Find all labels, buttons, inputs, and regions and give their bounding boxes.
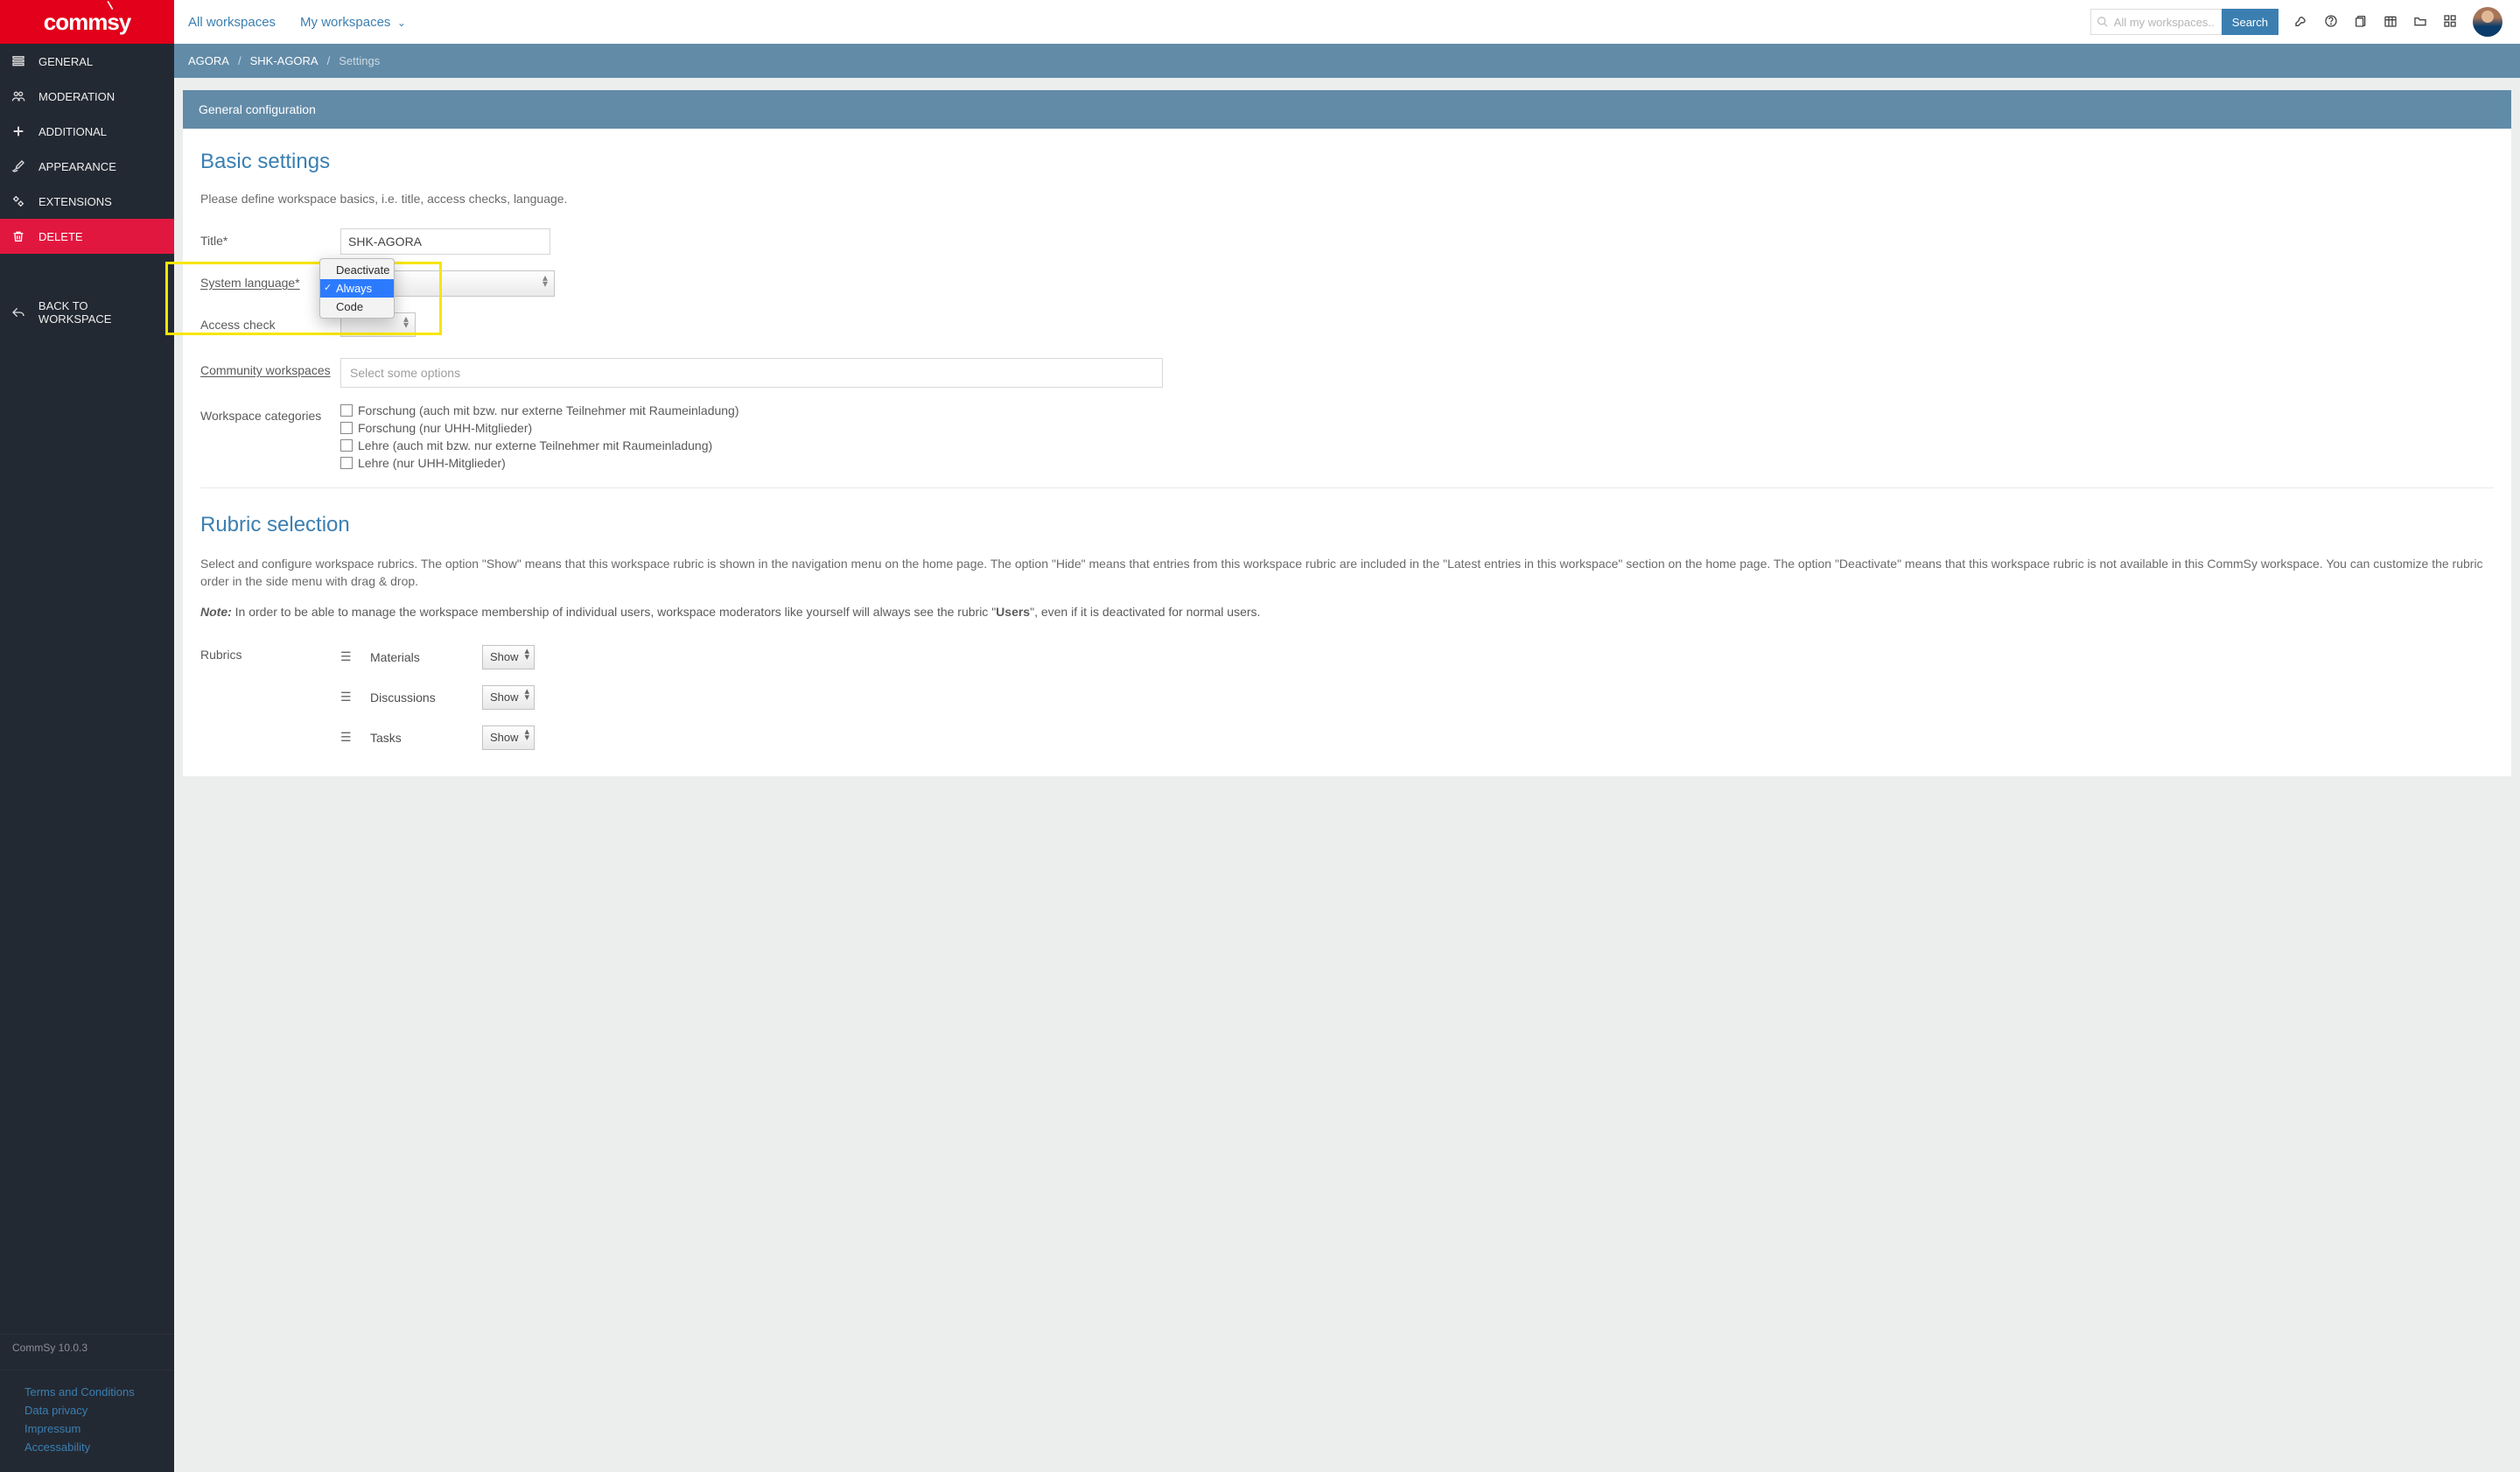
- footer-link-accessability[interactable]: Accessability: [0, 1438, 174, 1456]
- header: comms\y All workspaces My workspaces ⌄ S…: [0, 0, 2520, 44]
- brush-icon: [10, 159, 26, 173]
- folder-icon[interactable]: [2413, 14, 2427, 31]
- clipboard-icon[interactable]: [2354, 14, 2368, 31]
- access-dropdown: Deactivate Always Code: [319, 258, 395, 319]
- my-workspaces-link[interactable]: My workspaces ⌄: [300, 15, 406, 30]
- category-checkbox[interactable]: Lehre (auch mit bzw. nur externe Teilneh…: [340, 438, 739, 452]
- logo[interactable]: comms\y: [0, 0, 174, 44]
- all-workspaces-link[interactable]: All workspaces: [188, 15, 276, 30]
- sidebar-item-general[interactable]: GENERAL: [0, 44, 174, 79]
- sidebar-item-extensions[interactable]: EXTENSIONS: [0, 184, 174, 219]
- breadcrumb-item[interactable]: AGORA: [188, 54, 229, 67]
- community-label: Community workspaces: [200, 358, 340, 377]
- categories-label: Workspace categories: [200, 403, 340, 423]
- footer-link-impressum[interactable]: Impressum: [0, 1419, 174, 1438]
- footer-link-terms[interactable]: Terms and Conditions: [0, 1383, 174, 1401]
- header-nav: All workspaces My workspaces ⌄: [174, 15, 406, 30]
- rubric-select[interactable]: Show: [482, 685, 535, 710]
- panel-header: General configuration: [183, 90, 2511, 129]
- row-title: Title*: [200, 228, 2494, 255]
- reply-icon: [10, 305, 26, 319]
- rubric-title: Rubric selection: [200, 513, 2494, 537]
- sidebar-item-delete[interactable]: DELETE: [0, 219, 174, 254]
- divider: [200, 487, 2494, 488]
- rubric-table: Rubrics ☰ Materials Show ▴▾ ☰ Di: [200, 645, 2494, 750]
- row-categories: Workspace categories Forschung (auch mit…: [200, 403, 2494, 470]
- rubric-select[interactable]: Show: [482, 645, 535, 669]
- basic-settings-desc: Please define workspace basics, i.e. tit…: [200, 192, 2494, 206]
- access-option-deactivate[interactable]: Deactivate: [320, 261, 394, 279]
- panel: General configuration Basic settings Ple…: [183, 90, 2511, 776]
- drag-icon[interactable]: ☰: [340, 690, 354, 704]
- sidebar-footer: CommSy 10.0.3 Terms and Conditions Data …: [0, 1321, 174, 1472]
- users-icon: [10, 89, 26, 103]
- access-option-code[interactable]: Code: [320, 298, 394, 316]
- header-right: Search: [2090, 7, 2520, 37]
- basic-settings-title: Basic settings: [200, 150, 2494, 174]
- category-checkbox[interactable]: Lehre (nur UHH-Mitglieder): [340, 456, 739, 470]
- rubric-select[interactable]: Show: [482, 725, 535, 750]
- breadcrumb-item[interactable]: SHK-AGORA: [250, 54, 318, 67]
- categories-group: Forschung (auch mit bzw. nur externe Tei…: [340, 403, 739, 470]
- sidebar-item-appearance[interactable]: APPEARANCE: [0, 149, 174, 184]
- search-icon: [2096, 16, 2109, 31]
- list-icon: [10, 54, 26, 68]
- search-box: Search: [2090, 9, 2278, 35]
- help-icon[interactable]: [2324, 14, 2338, 31]
- row-community: Community workspaces Select some options: [200, 358, 2494, 388]
- title-label: Title*: [200, 228, 340, 248]
- rubric-label: Rubrics: [200, 645, 340, 750]
- rubric-note: Note: In order to be able to manage the …: [200, 603, 2494, 620]
- plus-icon: [10, 124, 26, 138]
- sidebar-item-additional[interactable]: ADDITIONAL: [0, 114, 174, 149]
- search-input[interactable]: [2090, 9, 2222, 35]
- search-button[interactable]: Search: [2222, 9, 2278, 35]
- row-language: System language* English ▴▾: [200, 270, 2494, 297]
- rubric-row: ☰ Discussions Show ▴▾: [340, 685, 535, 710]
- calendar-icon[interactable]: [2384, 14, 2398, 31]
- sidebar: GENERAL MODERATION ADDITIONAL APPEARANCE…: [0, 44, 174, 1472]
- title-input[interactable]: [340, 228, 550, 255]
- drag-icon[interactable]: ☰: [340, 730, 354, 745]
- footer-link-privacy[interactable]: Data privacy: [0, 1401, 174, 1419]
- rubric-row: ☰ Materials Show ▴▾: [340, 645, 535, 669]
- qr-icon[interactable]: [2443, 14, 2457, 31]
- rubric-row: ☰ Tasks Show ▴▾: [340, 725, 535, 750]
- breadcrumb: AGORA / SHK-AGORA / Settings: [174, 44, 2520, 78]
- row-access: Access check ▴▾: [200, 312, 2494, 342]
- breadcrumb-current: Settings: [339, 54, 380, 67]
- rubric-desc: Select and configure workspace rubrics. …: [200, 555, 2494, 591]
- category-checkbox[interactable]: Forschung (auch mit bzw. nur externe Tei…: [340, 403, 739, 417]
- sidebar-item-moderation[interactable]: MODERATION: [0, 79, 174, 114]
- content: AGORA / SHK-AGORA / Settings General con…: [174, 44, 2520, 1472]
- version-label: CommSy 10.0.3: [0, 1334, 174, 1370]
- category-checkbox[interactable]: Forschung (nur UHH-Mitglieder): [340, 421, 739, 435]
- wrench-icon[interactable]: [2294, 14, 2308, 31]
- drag-icon[interactable]: ☰: [340, 649, 354, 664]
- community-multiselect[interactable]: Select some options: [340, 358, 1163, 388]
- avatar[interactable]: [2473, 7, 2502, 37]
- sidebar-item-back[interactable]: BACK TO WORKSPACE: [0, 289, 174, 336]
- trash-icon: [10, 229, 26, 243]
- access-option-always[interactable]: Always: [320, 279, 394, 298]
- chevron-down-icon: ⌄: [395, 17, 406, 29]
- gears-icon: [10, 194, 26, 208]
